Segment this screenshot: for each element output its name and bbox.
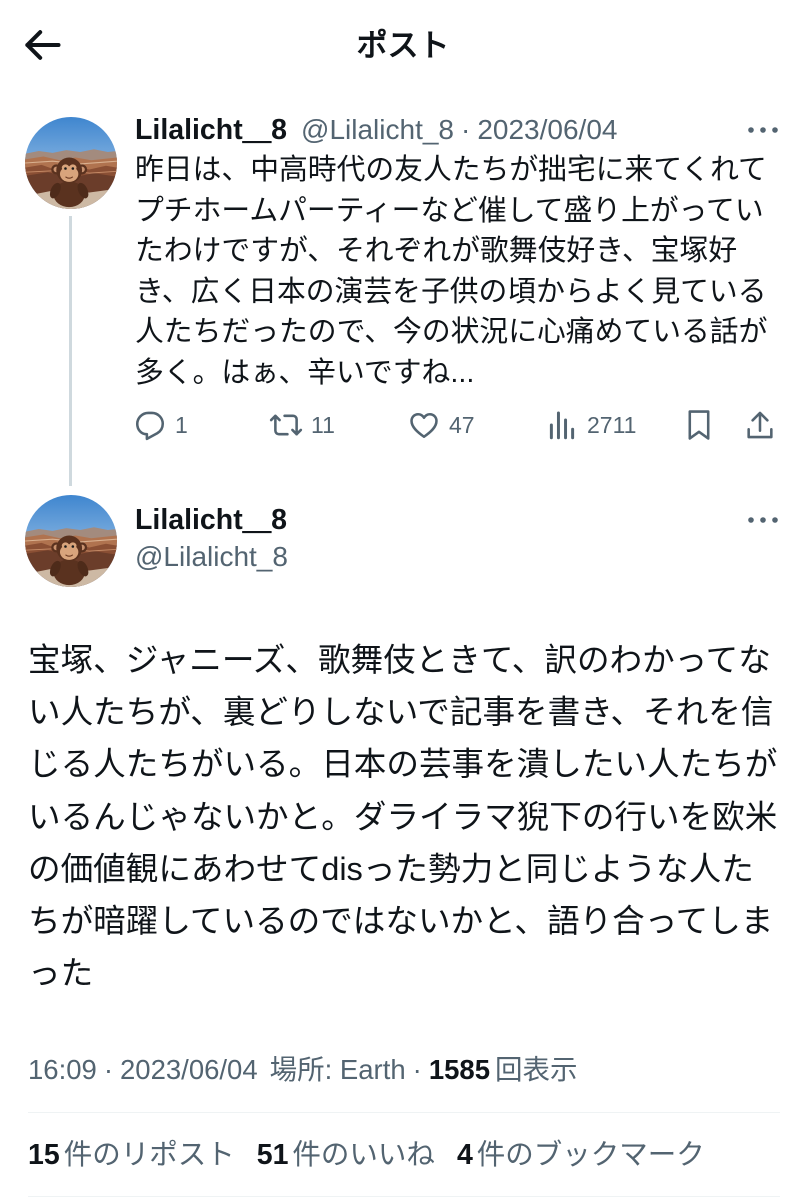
tweet-text-line: プチホームパーティーなど催して盛り上がってい [135,194,764,227]
more-options-button[interactable] [745,119,781,141]
avatar-image [25,117,117,209]
repost-count: 11 [311,412,335,438]
post-text-line: じる人たちがいる。日本の芸事を潰したい人たちが [28,745,778,783]
separator-dot: · [461,114,471,145]
bookmark-button[interactable] [682,406,716,444]
heart-icon [410,412,438,439]
separator-dot: · [412,1054,422,1085]
like-count: 47 [449,412,475,438]
post-text-line: った [28,954,94,992]
post-text-line: の価値観にあわせてdisった勢力と同じような人た [28,849,754,887]
post-text: 宝塚、ジャニーズ、歌舞伎ときて、訳のわかってな い人たちが、裏どりしないで記事を… [28,634,793,999]
post-text-line: ちが暗躍しているのではないかと、語り合ってしま [28,902,774,940]
post-text-line: いるんじゃないかと。ダライラマ猊下の行いを欧米 [28,797,778,835]
share-icon [747,411,773,439]
reply-button[interactable]: 1 [133,406,188,444]
bookmark-stat-label: 件のブックマーク [476,1139,705,1171]
tweet-date[interactable]: 2023/06/04 [477,114,617,145]
like-stat-label: 件のいいね [292,1139,435,1171]
views-button[interactable]: 2711 [545,406,636,444]
post-meta: 16:09 · 2023/06/04 場所: Earth · 1585 回表示 [28,1050,578,1090]
repost-button[interactable]: 11 [269,406,335,444]
views-total: 1585 [428,1054,491,1085]
views-icon [549,411,575,440]
avatar[interactable] [25,495,117,587]
share-button[interactable] [743,406,777,444]
tweet-text-line: き、広く日本の演芸を子供の頃からよく見ている [135,275,767,308]
bookmark-icon [688,410,710,440]
tweet-text-line: たわけですが、それぞれが歌舞伎好き、宝塚好 [135,235,738,267]
more-horizontal-icon [748,517,778,523]
tweet-header: Lilalicht＿8 @Lilalicht_8 · 2023/06/04 [135,110,617,150]
avatar[interactable] [25,117,117,209]
like-stat-link[interactable]: 51 件のいいね [257,1135,435,1175]
separator-dot: · [103,1054,113,1085]
post-text-line: 宝塚、ジャニーズ、歌舞伎ときて、訳のわかってな [28,641,771,678]
bookmark-stat-link[interactable]: 4 件のブックマーク [457,1135,705,1175]
author-handle[interactable]: @Lilalicht_8 [301,114,454,145]
more-options-button[interactable] [745,509,781,531]
tweet-text: 昨日は、中高時代の友人たちが拙宅に来てくれて プチホームパーティーなど催して盛り… [135,150,790,393]
divider [28,1112,780,1113]
author-name[interactable]: Lilalicht＿8 [135,500,287,540]
views-label: 回表示 [495,1054,578,1085]
author-handle[interactable]: @Lilalicht_8 [135,537,288,577]
like-stat-count: 51 [256,1139,289,1171]
repost-stat-link[interactable]: 15 件のリポスト [28,1135,235,1175]
tweet-text-line: 人たちだったので、今の状況に心痛めている話が [135,316,768,348]
thread-connector-line [69,216,72,486]
author-name[interactable]: Lilalicht＿8 [135,110,287,150]
avatar-image [25,495,117,587]
repost-icon [269,414,303,436]
page-title: ポスト [356,28,450,63]
views-link[interactable]: 1585 回表示 [429,1050,578,1090]
author-meta: @Lilalicht_8 · 2023/06/04 [301,110,617,150]
bookmark-stat-count: 4 [456,1139,473,1171]
view-count: 2711 [587,412,637,438]
repost-stat-label: 件のリポスト [63,1139,235,1171]
reply-icon [135,411,165,441]
tweet-text-line: 昨日は、中高時代の友人たちが拙宅に来てくれて [135,154,767,186]
engagement-stats: 15 件のリポスト 51 件のいいね 4 件のブックマーク [28,1135,727,1175]
repost-stat-count: 15 [28,1139,60,1171]
divider [28,1196,780,1197]
post-location: 場所: Earth [269,1054,406,1085]
tweet-text-line: 多く。はぁ、辛いですね... [135,356,475,389]
post-text-line: い人たちが、裏どりしないで記事を書き、それを信 [28,693,774,731]
like-button[interactable]: 47 [407,406,475,444]
post-date[interactable]: 2023/06/04 [120,1050,258,1090]
post-time[interactable]: 16:09 [28,1050,97,1090]
more-horizontal-icon [748,127,778,133]
reply-count: 1 [175,412,188,438]
